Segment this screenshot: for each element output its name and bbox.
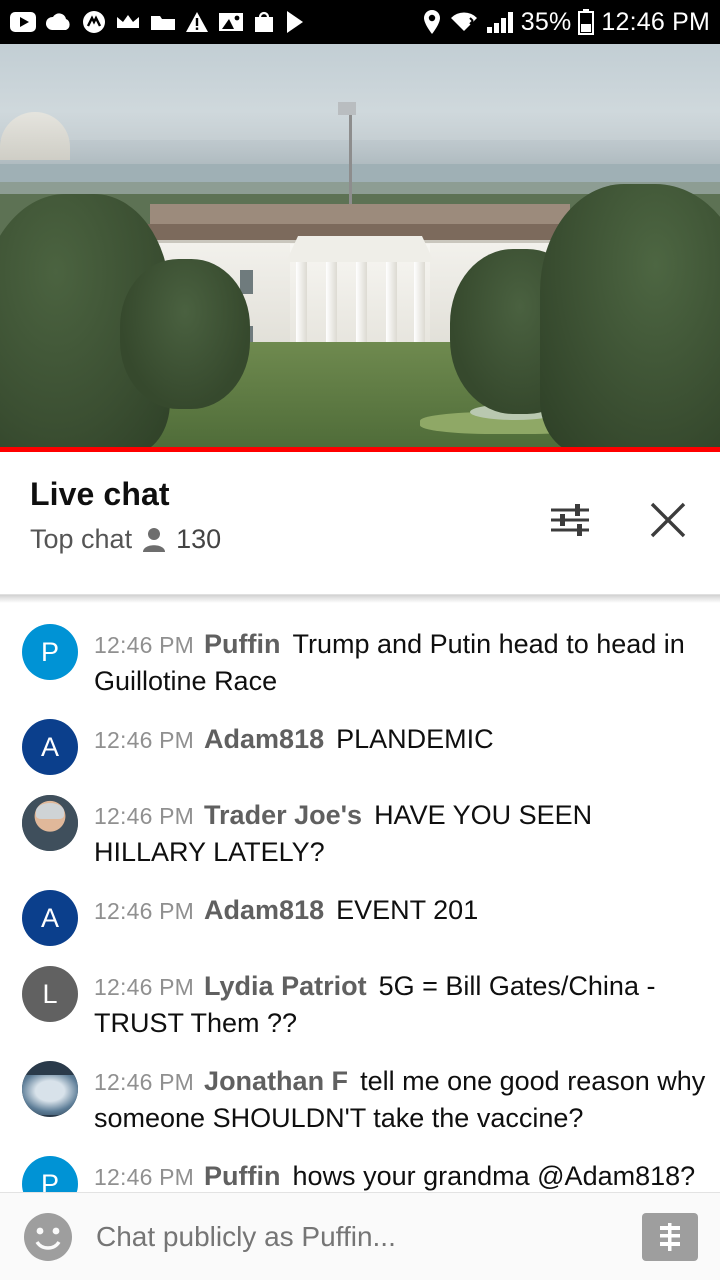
photos-icon — [218, 12, 244, 32]
header-shadow — [0, 595, 720, 603]
chat-message[interactable]: P 12:46 PM Puffin Trump and Putin head to h… — [0, 613, 720, 708]
message-text: EVENT 201 — [336, 895, 479, 925]
chat-message[interactable]: 12:46 PM Trader Joe's HAVE YOU SEEN HILLAR… — [0, 784, 720, 879]
chat-message-body: 12:46 PM Adam818 EVENT 201 — [94, 888, 478, 929]
chat-input[interactable] — [96, 1220, 628, 1253]
video-player[interactable] — [0, 44, 720, 452]
message-timestamp: 12:46 PM — [94, 632, 195, 658]
chat-composer — [0, 1192, 720, 1280]
chat-message[interactable]: L 12:46 PM Lydia Patriot 5G = Bill Gates/Ch… — [0, 955, 720, 1050]
chat-header-actions — [546, 496, 692, 544]
messenger-icon — [82, 10, 106, 34]
warning-icon — [185, 11, 209, 33]
chat-message-list[interactable]: P 12:46 PM Puffin Trump and Putin head to h… — [0, 603, 720, 1233]
avatar[interactable]: A — [22, 719, 78, 775]
chat-message-body: 12:46 PM Trader Joe's HAVE YOU SEEN HILLAR… — [94, 793, 706, 870]
status-bar-notification-icons — [10, 10, 422, 34]
avatar-letter: L — [42, 978, 58, 1009]
chat-message-body: 12:46 PM Adam818 PLANDEMIC — [94, 717, 494, 758]
status-bar: 35% 12:46 PM — [0, 0, 720, 44]
chat-message[interactable]: 12:46 PM Jonathan Ftell me one good reaso… — [0, 1050, 720, 1145]
message-author[interactable]: Jonathan F — [204, 1066, 348, 1096]
message-author[interactable]: Trader Joe's — [204, 800, 362, 830]
tree-cluster-mid-left — [120, 259, 250, 409]
message-timestamp: 12:46 PM — [94, 727, 195, 753]
message-text: PLANDEMIC — [336, 724, 494, 754]
folder-icon — [150, 12, 176, 32]
youtube-icon — [10, 12, 36, 32]
viewer-count-label: 130 — [176, 524, 222, 554]
message-author[interactable]: Puffin — [204, 629, 280, 659]
location-icon — [422, 9, 442, 35]
message-timestamp: 12:46 PM — [94, 974, 195, 1000]
avatar-letter: P — [40, 636, 59, 667]
avatar[interactable]: L — [22, 966, 78, 1022]
wifi-icon — [449, 10, 479, 34]
message-timestamp: 12:46 PM — [94, 803, 195, 829]
battery-percent-label: 35% — [520, 7, 572, 36]
message-text: hows your grandma @Adam818? — [292, 1161, 696, 1191]
sliders-icon[interactable] — [546, 496, 594, 544]
signal-icon — [486, 10, 514, 34]
live-chat-header: Live chat Top chat 130 — [0, 452, 720, 594]
chat-message[interactable]: A 12:46 PM Adam818 PLANDEMIC — [0, 708, 720, 784]
battery-icon — [578, 9, 595, 35]
avatar[interactable] — [22, 1061, 78, 1117]
clock-label: 12:46 PM — [601, 7, 710, 36]
chat-message[interactable]: A 12:46 PM Adam818 EVENT 201 — [0, 879, 720, 955]
emoji-icon[interactable] — [22, 1211, 74, 1263]
bag-icon — [253, 11, 275, 33]
avatar-letter: A — [40, 731, 59, 762]
avatar[interactable] — [22, 795, 78, 851]
white-house-attic — [150, 204, 570, 226]
message-author[interactable]: Adam818 — [204, 724, 324, 754]
chat-message-body: 12:46 PM Puffin Trump and Putin head to he… — [94, 622, 706, 699]
playstore-icon — [284, 10, 306, 34]
person-icon — [142, 527, 166, 553]
superchat-icon[interactable] — [642, 1212, 698, 1261]
message-timestamp: 12:46 PM — [94, 1069, 195, 1095]
message-timestamp: 12:46 PM — [94, 1164, 195, 1190]
chat-message-body: 12:46 PM Jonathan Ftell me one good reaso… — [94, 1059, 706, 1136]
close-icon[interactable] — [644, 496, 692, 544]
message-author[interactable]: Adam818 — [204, 895, 324, 925]
chat-message-body: 12:46 PM Lydia Patriot 5G = Bill Gates/Chi… — [94, 964, 706, 1041]
avatar-letter: A — [40, 902, 59, 933]
crown-icon — [115, 12, 141, 32]
cloud-icon — [45, 12, 73, 32]
message-author[interactable]: Lydia Patriot — [204, 971, 367, 1001]
window — [240, 270, 253, 294]
message-author[interactable]: Puffin — [204, 1161, 280, 1191]
portico-pediment — [286, 236, 434, 262]
chat-message-body: 12:46 PM Puffin hows your grandma @Adam818… — [94, 1154, 695, 1195]
chat-mode-label[interactable]: Top chat — [30, 524, 132, 555]
tree-cluster-right — [540, 184, 720, 452]
avatar[interactable]: P — [22, 624, 78, 680]
message-timestamp: 12:46 PM — [94, 898, 195, 924]
flag — [338, 102, 356, 115]
status-bar-system-icons: 35% 12:46 PM — [422, 8, 710, 37]
avatar[interactable]: A — [22, 890, 78, 946]
